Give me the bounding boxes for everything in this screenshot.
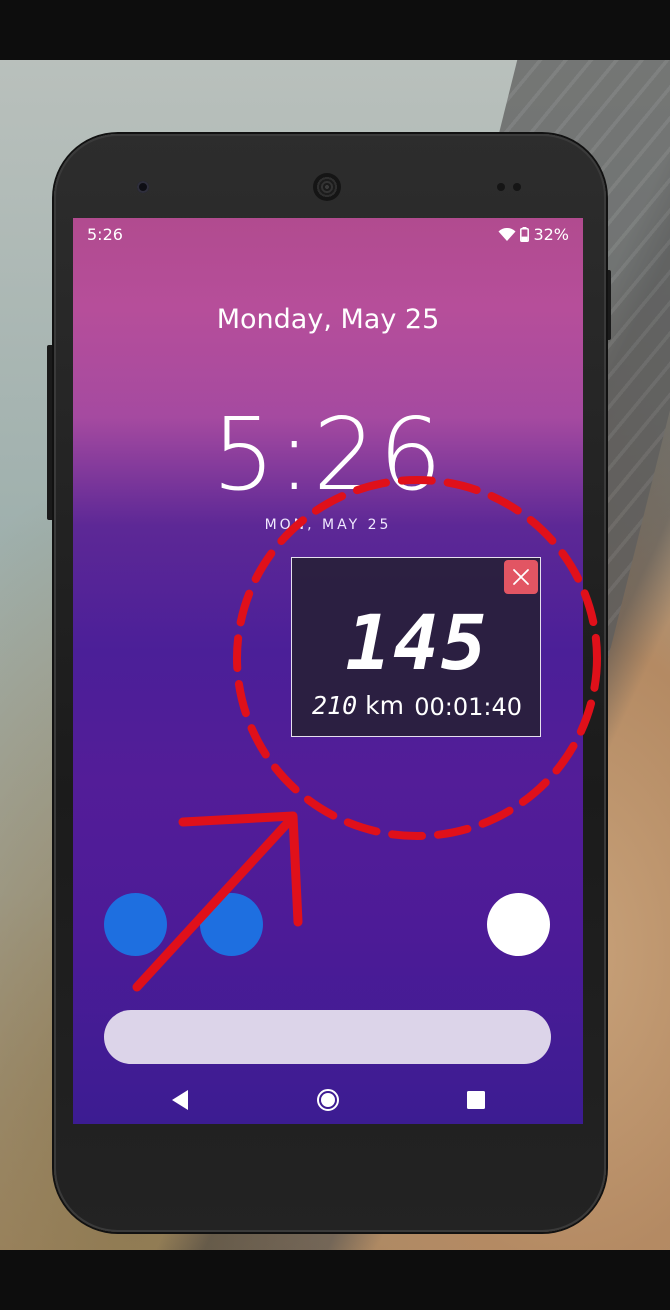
recents-icon (467, 1091, 485, 1109)
unlock-bar[interactable] (104, 1010, 551, 1064)
status-right: 32% (498, 225, 569, 244)
wifi-icon (498, 227, 516, 241)
close-button[interactable] (504, 560, 538, 594)
shortcut-button[interactable] (200, 893, 263, 956)
front-camera-icon (137, 181, 149, 193)
phone-screen: 5:26 32% Monday, May 25 5:26 MON, MAY 25… (73, 218, 583, 1124)
home-button[interactable] (308, 1080, 348, 1120)
speed-value: 145 (345, 598, 489, 687)
distance-unit: km (365, 691, 404, 720)
shortcut-button[interactable] (104, 893, 167, 956)
sensor-icon (497, 183, 505, 191)
distance-value: 210 (312, 691, 358, 720)
distance: 210 km (312, 691, 404, 720)
lock-date: Monday, May 25 (216, 304, 440, 335)
home-icon (317, 1089, 339, 1111)
earpiece-speaker-icon (313, 173, 341, 201)
battery-icon (520, 227, 530, 242)
status-time: 5:26 (87, 225, 123, 244)
sensor-icon (513, 183, 521, 191)
lock-date-sub: MON, MAY 25 (264, 517, 392, 533)
back-icon (172, 1090, 188, 1110)
elapsed-time: 00:01:40 (414, 693, 522, 721)
back-button[interactable] (160, 1080, 200, 1120)
navigation-bar (73, 1080, 583, 1120)
lock-clock: 5:26 (211, 396, 445, 513)
battery-percent: 32% (533, 225, 569, 244)
shortcut-button[interactable] (487, 893, 550, 956)
recents-button[interactable] (456, 1080, 496, 1120)
close-icon (513, 569, 529, 585)
speedometer-widget[interactable]: 145 210 km 00:01:40 (291, 557, 541, 737)
